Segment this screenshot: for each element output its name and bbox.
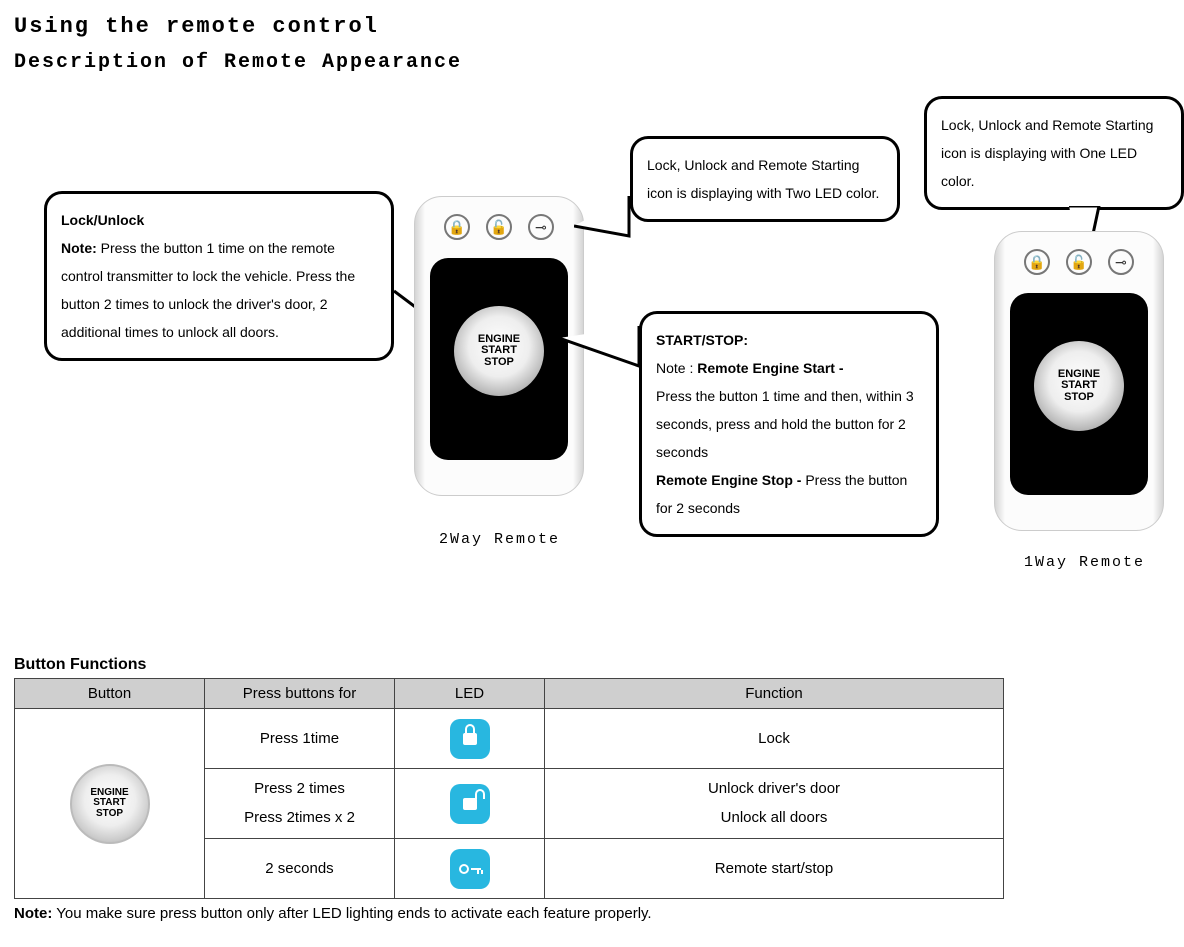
cell-button: ENGINESTARTSTOP — [15, 709, 205, 899]
remote-1way-indicator-row: 🔒 🔓 ⊸ — [994, 249, 1164, 275]
callout-pointer — [574, 196, 644, 246]
callout-start-stop-note-label: Note : — [656, 360, 693, 376]
callout-start-stop: START/STOP: Note : Remote Engine Start -… — [639, 311, 939, 537]
remote-2way-label: 2Way Remote — [439, 531, 560, 548]
engine-start-stop-icon: ENGINESTARTSTOP — [70, 764, 150, 844]
callout-lock-unlock-heading: Lock/Unlock — [61, 212, 144, 228]
cell-function: Lock — [545, 709, 1004, 769]
table-header: Function — [545, 679, 1004, 709]
lock-icon: 🔒 — [444, 214, 470, 240]
table-row: ENGINESTARTSTOP Press 1time Lock — [15, 709, 1004, 769]
cell-led — [395, 769, 545, 839]
diagram-area: Lock/Unlock Note: Press the button 1 tim… — [14, 86, 1170, 656]
callout-start-stop-stop-label: Remote Engine Stop - — [656, 472, 801, 488]
led-key-icon — [450, 849, 490, 889]
led-unlock-icon — [450, 784, 490, 824]
button-functions-table: Button Press buttons for LED Function EN… — [14, 678, 1004, 899]
lock-icon: 🔒 — [1024, 249, 1050, 275]
table-footer-note-body: You make sure press button only after LE… — [56, 905, 651, 922]
callout-lock-unlock-note-label: Note: — [61, 240, 97, 256]
table-header: Button — [15, 679, 205, 709]
cell-led — [395, 709, 545, 769]
cell-press: Press 1time — [205, 709, 395, 769]
cell-function: Unlock driver's door Unlock all doors — [545, 769, 1004, 839]
table-footer-note: Note: You make sure press button only af… — [14, 905, 1170, 922]
remote-2way-indicator-row: 🔒 🔓 ⊸ — [414, 214, 584, 240]
table-header: Press buttons for — [205, 679, 395, 709]
callout-lock-unlock-note-body: Press the button 1 time on the remote co… — [61, 240, 355, 340]
callout-start-stop-start-label: Remote Engine Start - — [697, 360, 843, 376]
callout-lock-unlock: Lock/Unlock Note: Press the button 1 tim… — [44, 191, 394, 361]
cell-press: Press 2 times Press 2times x 2 — [205, 769, 395, 839]
callout-start-stop-heading: START/STOP: — [656, 326, 922, 354]
led-lock-icon — [450, 719, 490, 759]
key-icon: ⊸ — [528, 214, 554, 240]
cell-press: 2 seconds — [205, 839, 395, 899]
unlock-icon: 🔓 — [486, 214, 512, 240]
section-title: Description of Remote Appearance — [14, 51, 1170, 74]
cell-led — [395, 839, 545, 899]
table-header-row: Button Press buttons for LED Function — [15, 679, 1004, 709]
callout-pointer — [559, 316, 649, 376]
callout-start-stop-start-body: Press the button 1 time and then, within… — [656, 382, 922, 466]
cell-function: Remote start/stop — [545, 839, 1004, 899]
remote-1way-label: 1Way Remote — [1024, 554, 1145, 571]
table-header: LED — [395, 679, 545, 709]
callout-two-led-text: Lock, Unlock and Remote Starting icon is… — [647, 157, 879, 201]
table-footer-note-label: Note: — [14, 905, 52, 922]
key-icon: ⊸ — [1108, 249, 1134, 275]
callout-two-led: Lock, Unlock and Remote Starting icon is… — [630, 136, 900, 222]
unlock-icon: 🔓 — [1066, 249, 1092, 275]
page-title: Using the remote control — [14, 14, 1170, 39]
callout-one-led: Lock, Unlock and Remote Starting icon is… — [924, 96, 1184, 210]
remote-1way: 🔒 🔓 ⊸ ENGINESTARTSTOP — [994, 231, 1164, 531]
engine-start-stop-button[interactable]: ENGINESTARTSTOP — [1034, 341, 1124, 431]
engine-start-stop-button[interactable]: ENGINESTARTSTOP — [454, 306, 544, 396]
callout-one-led-text: Lock, Unlock and Remote Starting icon is… — [941, 117, 1153, 189]
table-title: Button Functions — [14, 656, 1170, 674]
